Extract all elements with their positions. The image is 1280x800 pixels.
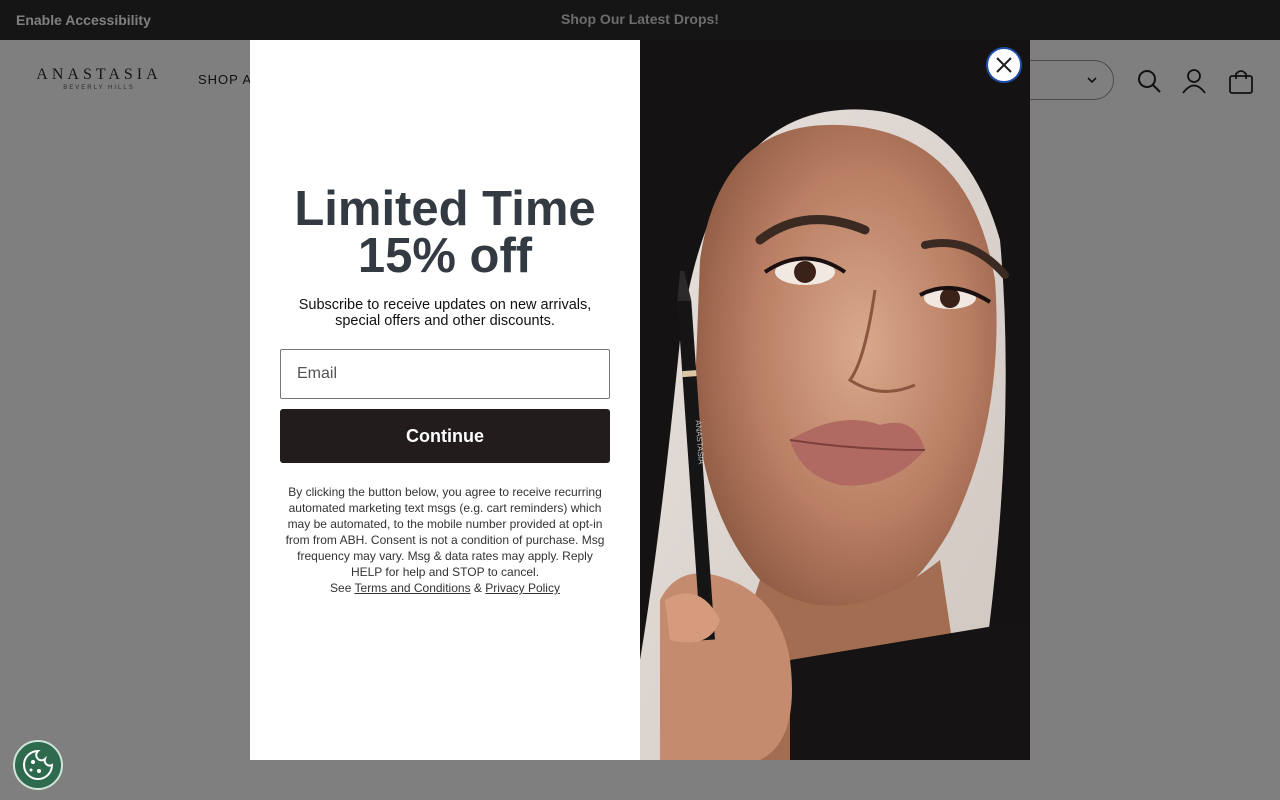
promo-headline: Limited Time 15% off — [250, 182, 640, 283]
model-portrait-image: ANASTASIA — [640, 40, 1030, 760]
email-field[interactable] — [280, 349, 610, 399]
cookie-preferences-button[interactable] — [13, 740, 63, 790]
modal-form-panel: Limited Time 15% off Subscribe to receiv… — [250, 40, 640, 760]
terms-link[interactable]: Terms and Conditions — [355, 581, 471, 595]
headline-line-1: Limited Time — [294, 182, 596, 236]
legal-amp: & — [473, 581, 482, 595]
privacy-link[interactable]: Privacy Policy — [485, 581, 560, 595]
legal-see: See — [330, 581, 352, 595]
close-icon — [996, 57, 1012, 73]
continue-button[interactable]: Continue — [280, 409, 610, 463]
model-photo: ANASTASIA — [640, 40, 1030, 760]
close-modal-button[interactable] — [986, 47, 1022, 83]
promo-subtext: Subscribe to receive updates on new arri… — [298, 297, 592, 329]
legal-disclaimer: By clicking the button below, you agree … — [282, 484, 608, 596]
headline-line-2: 15% off — [357, 229, 533, 283]
legal-text: By clicking the button below, you agree … — [285, 485, 605, 579]
signup-modal: Limited Time 15% off Subscribe to receiv… — [250, 40, 1030, 760]
cookie-icon — [23, 749, 54, 780]
